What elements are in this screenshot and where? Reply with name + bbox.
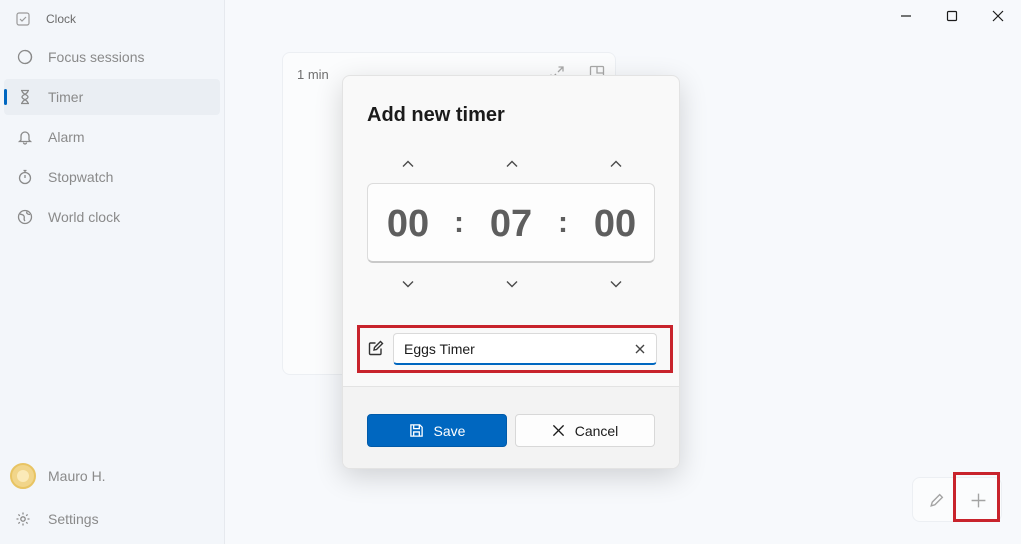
sidebar: Clock Focus sessions Timer Alarm Stopwat… bbox=[0, 0, 225, 544]
seconds-increase-button[interactable] bbox=[596, 152, 636, 176]
hours-increase-button[interactable] bbox=[388, 152, 428, 176]
sidebar-item-label: Alarm bbox=[48, 129, 85, 145]
chevron-up-icon bbox=[610, 160, 622, 167]
hourglass-icon bbox=[16, 88, 34, 106]
active-indicator bbox=[4, 89, 7, 105]
edit-timers-button[interactable] bbox=[915, 480, 957, 520]
sidebar-item-label: Timer bbox=[48, 89, 84, 105]
time-separator: : bbox=[558, 206, 568, 239]
close-window-button[interactable] bbox=[975, 0, 1021, 32]
cancel-button[interactable]: Cancel bbox=[515, 414, 655, 447]
minutes-field[interactable]: 07 bbox=[481, 203, 541, 246]
edit-name-icon bbox=[368, 340, 386, 358]
chevron-up-icon bbox=[402, 160, 414, 167]
hours-decrease-button[interactable] bbox=[388, 272, 428, 296]
globe-icon bbox=[16, 208, 34, 226]
minutes-increase-button[interactable] bbox=[492, 152, 532, 176]
user-name: Mauro H. bbox=[48, 468, 106, 484]
clear-input-button[interactable] bbox=[632, 341, 648, 357]
seconds-decrease-button[interactable] bbox=[596, 272, 636, 296]
maximize-button[interactable] bbox=[929, 0, 975, 32]
save-button[interactable]: Save bbox=[367, 414, 507, 447]
avatar bbox=[10, 463, 36, 489]
hours-field[interactable]: 00 bbox=[378, 203, 438, 246]
save-button-label: Save bbox=[433, 422, 466, 439]
timer-name-input[interactable] bbox=[393, 333, 657, 365]
close-icon bbox=[552, 424, 564, 437]
bell-icon bbox=[16, 128, 34, 146]
cancel-button-label: Cancel bbox=[574, 422, 619, 439]
stopwatch-icon bbox=[16, 168, 34, 186]
close-icon bbox=[635, 344, 645, 354]
minimize-button[interactable] bbox=[883, 0, 929, 32]
maximize-icon bbox=[946, 10, 958, 22]
minimize-icon bbox=[901, 15, 911, 17]
settings-button[interactable]: Settings bbox=[14, 510, 99, 528]
app-title: Clock bbox=[46, 12, 77, 26]
app-title-bar: Clock bbox=[14, 10, 76, 28]
gear-icon bbox=[14, 510, 32, 528]
seconds-field[interactable]: 00 bbox=[585, 203, 645, 246]
clock-app-icon bbox=[14, 10, 32, 28]
chevron-down-icon bbox=[610, 281, 622, 288]
sidebar-item-label: Focus sessions bbox=[48, 49, 145, 65]
timer-duration: 1 min bbox=[297, 67, 329, 82]
sidebar-item-focus-sessions[interactable]: Focus sessions bbox=[4, 39, 220, 75]
dialog-footer: Save Cancel bbox=[343, 386, 679, 468]
add-timer-dialog: Add new timer 00 : 07 : 00 Save Cancel bbox=[342, 75, 680, 469]
minutes-decrease-button[interactable] bbox=[492, 272, 532, 296]
annotation-highlight-add bbox=[953, 472, 1000, 522]
close-icon bbox=[992, 10, 1004, 22]
chevron-down-icon bbox=[402, 281, 414, 288]
timer-name-row bbox=[357, 325, 673, 373]
sidebar-item-stopwatch[interactable]: Stopwatch bbox=[4, 159, 220, 195]
time-separator: : bbox=[454, 206, 464, 239]
pencil-icon bbox=[929, 493, 943, 507]
sidebar-item-label: World clock bbox=[48, 209, 121, 225]
chevron-up-icon bbox=[506, 160, 518, 167]
user-account[interactable]: Mauro H. bbox=[10, 463, 106, 489]
chevron-down-icon bbox=[506, 281, 518, 288]
sidebar-item-label: Stopwatch bbox=[48, 169, 114, 185]
focus-icon bbox=[16, 48, 34, 66]
sidebar-item-timer[interactable]: Timer bbox=[4, 79, 220, 115]
sidebar-item-alarm[interactable]: Alarm bbox=[4, 119, 220, 155]
settings-label: Settings bbox=[48, 511, 99, 527]
sidebar-item-world-clock[interactable]: World clock bbox=[4, 199, 220, 235]
time-picker: 00 : 07 : 00 bbox=[367, 183, 655, 263]
dialog-title: Add new timer bbox=[367, 104, 505, 126]
save-icon bbox=[409, 424, 423, 437]
